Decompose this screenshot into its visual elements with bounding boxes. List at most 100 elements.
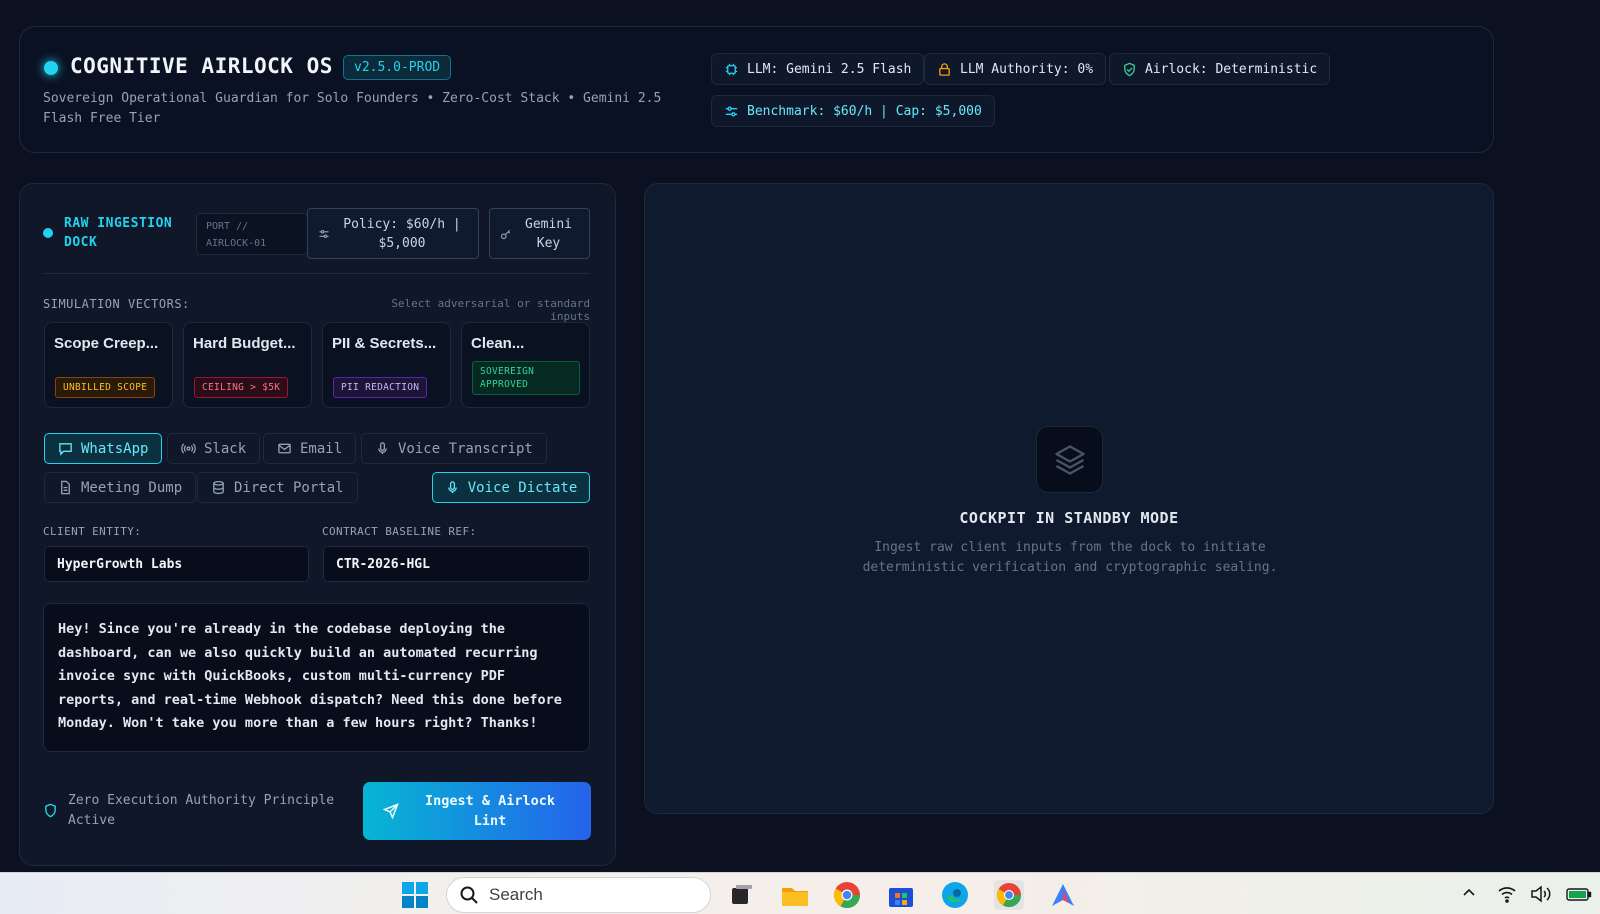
chrome-icon[interactable] (832, 880, 862, 910)
app-header: COGNITIVE AIRLOCK OS v2.5.0-PROD Soverei… (19, 26, 1494, 153)
channel-direct-portal-label: Direct Portal (234, 479, 344, 496)
layers-icon (1036, 426, 1103, 493)
wifi-icon[interactable] (1497, 885, 1517, 907)
policy-button[interactable]: Policy: $60/h | $5,000 (307, 208, 479, 259)
app-subtitle: Sovereign Operational Guardian for Solo … (43, 91, 662, 126)
version-badge: v2.5.0-PROD (343, 55, 452, 80)
standby-title: COCKPIT IN STANDBY MODE (959, 509, 1179, 527)
battery-icon[interactable] (1566, 885, 1592, 907)
benchmark-badge: Benchmark: $60/h | Cap: $5,000 (711, 95, 995, 127)
channel-meeting-dump[interactable]: Meeting Dump (44, 472, 197, 503)
cockpit-panel: COCKPIT IN STANDBY MODE Ingest raw clien… (644, 183, 1494, 814)
authority-note-line1: Zero Execution Authority Principle (68, 793, 335, 808)
port-label-line2: AIRLOCK-01 (206, 238, 267, 249)
radio-waves-icon (181, 443, 196, 454)
airlock-badge: Airlock: Deterministic (1109, 53, 1331, 85)
channel-email[interactable]: Email (263, 433, 357, 464)
client-message-input[interactable]: Hey! Since you're already in the codebas… (43, 603, 590, 752)
shield-check-icon (1124, 62, 1135, 76)
ingest-line2: Lint (473, 813, 507, 829)
channel-whatsapp-label: WhatsApp (81, 440, 149, 457)
authority-badge-label: LLM Authority: 0% (960, 61, 1094, 77)
dock-title: RAW INGESTION DOCK (64, 216, 173, 250)
taskbar-search-label: Search (489, 885, 543, 904)
standby-description: Ingest raw client inputs from the dock t… (820, 538, 1320, 578)
channel-voice-transcript[interactable]: Voice Transcript (361, 433, 547, 464)
contract-ref-input[interactable] (323, 546, 590, 582)
task-view-icon[interactable] (726, 880, 756, 910)
search-icon (460, 886, 478, 904)
shield-icon (45, 803, 56, 818)
client-entity-input[interactable] (44, 546, 309, 582)
vector-title: Hard Budget... (193, 335, 296, 352)
voice-dictate-button[interactable]: Voice Dictate (432, 472, 590, 503)
vector-card-pii-secrets[interactable]: PII & Secrets... PII REDACTION (322, 322, 451, 408)
policy-line2: $5,000 (378, 235, 426, 251)
app-launcher-icon[interactable] (1048, 880, 1078, 910)
microphone-icon (447, 481, 457, 494)
channel-whatsapp[interactable]: WhatsApp (44, 433, 163, 464)
store-icon[interactable] (886, 880, 916, 910)
client-entity-label: CLIENT ENTITY: (43, 525, 142, 538)
vector-card-clean[interactable]: Clean... SOVEREIGN APPROVED (461, 322, 590, 408)
status-indicator (44, 61, 58, 75)
llm-badge-label: LLM: Gemini 2.5 Flash (747, 61, 912, 77)
contract-ref-label: CONTRACT BASELINE REF: (322, 525, 477, 538)
message-icon (59, 443, 72, 456)
app-title: COGNITIVE AIRLOCK OS (70, 54, 333, 78)
gemini-key-button[interactable]: Gemini Key (489, 208, 590, 259)
simulation-label: SIMULATION VECTORS: (43, 297, 190, 311)
vector-tag-line1: SOVEREIGN (480, 366, 535, 377)
key-icon (500, 229, 511, 239)
vector-tag: CEILING > $5K (194, 377, 289, 398)
sliders-icon (319, 229, 329, 238)
authority-note: Zero Execution Authority Principle Activ… (43, 791, 334, 831)
channel-email-label: Email (300, 440, 343, 457)
simulation-hint: Select adversarial or standard inputs (391, 297, 590, 323)
policy-line1: Policy: $60/h | (343, 216, 461, 232)
os-taskbar: Search (0, 872, 1600, 914)
channel-slack-label: Slack (204, 440, 247, 457)
vector-title: Clean... (471, 335, 525, 352)
standby-desc-line1: Ingest raw client inputs from the dock t… (874, 540, 1266, 555)
microphone-icon (378, 442, 387, 455)
ingestion-dock-panel: RAW INGESTION DOCK PORT // AIRLOCK-01 Po… (19, 183, 616, 866)
database-icon (213, 480, 224, 495)
vector-card-hard-budget[interactable]: Hard Budget... CEILING > $5K (183, 322, 312, 408)
ingest-line1: Ingest & Airlock (424, 793, 556, 809)
document-icon (61, 480, 70, 495)
airlock-badge-label: Airlock: Deterministic (1145, 61, 1318, 77)
key-line2: Key (536, 235, 561, 251)
channel-slack[interactable]: Slack (167, 433, 261, 464)
chip-icon (725, 63, 738, 75)
vector-tag: SOVEREIGN APPROVED (472, 361, 580, 395)
channel-meeting-dump-label: Meeting Dump (81, 479, 183, 496)
edge-icon[interactable] (940, 880, 970, 910)
vector-title: Scope Creep... (54, 335, 159, 352)
vector-title: PII & Secrets... (332, 335, 437, 352)
key-line1: Gemini (525, 216, 572, 232)
vector-tag-line2: APPROVED (480, 379, 529, 390)
mail-icon (278, 443, 291, 454)
sliders-icon (725, 106, 738, 116)
file-explorer-icon[interactable] (780, 880, 810, 910)
dock-status-dot (43, 228, 53, 238)
channel-direct-portal[interactable]: Direct Portal (197, 472, 358, 503)
authority-note-line2: Active (68, 813, 115, 828)
port-label-line1: PORT // (206, 221, 249, 232)
llm-badge: LLM: Gemini 2.5 Flash (711, 53, 925, 85)
ingest-airlock-lint-button[interactable]: Ingest & Airlock Lint (363, 782, 591, 840)
authority-badge: LLM Authority: 0% (924, 53, 1107, 85)
channel-voice-transcript-label: Voice Transcript (398, 440, 533, 457)
standby-desc-line2: deterministic verification and cryptogra… (862, 560, 1278, 575)
chrome-active-icon[interactable] (994, 880, 1024, 910)
vector-card-scope-creep[interactable]: Scope Creep... UNBILLED SCOPE (44, 322, 173, 408)
voice-dictate-label: Voice Dictate (467, 479, 578, 496)
volume-icon[interactable] (1530, 885, 1552, 907)
lock-icon (939, 62, 950, 76)
chevron-up-icon[interactable] (1461, 885, 1477, 905)
windows-start-icon[interactable] (400, 880, 430, 910)
divider (43, 273, 590, 274)
taskbar-search[interactable]: Search (446, 877, 711, 913)
vector-tag: PII REDACTION (333, 377, 428, 398)
